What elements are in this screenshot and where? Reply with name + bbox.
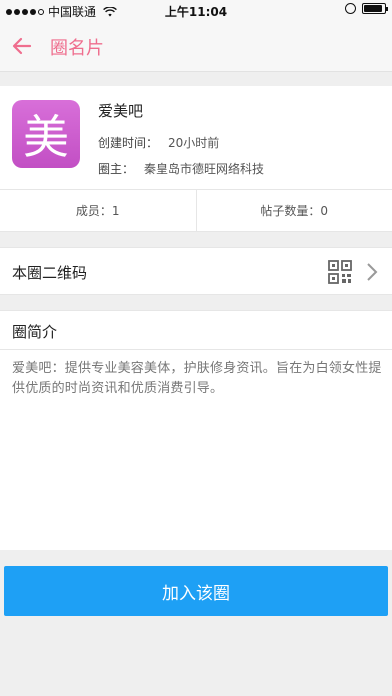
- circle-profile-card: 美 爱美吧 创建时间： 20小时前 圈主： 秦皇岛市德旺网络科技: [0, 86, 392, 190]
- status-right: [345, 3, 388, 14]
- created-time-row: 创建时间： 20小时前: [98, 134, 219, 151]
- status-time: 上午11:04: [164, 5, 228, 19]
- member-count: 成员：1: [75, 204, 120, 218]
- circle-name: 爱美吧: [98, 102, 144, 120]
- page-title: 圈名片: [50, 38, 104, 59]
- intro-divider: [0, 349, 392, 350]
- qr-code-label: 本圈二维码: [12, 264, 88, 282]
- join-circle-button[interactable]: 加入该圈: [4, 566, 388, 616]
- qr-code-icon: [328, 260, 352, 284]
- owner-label: 圈主：: [98, 162, 135, 176]
- post-count: 帖子数量：0: [195, 190, 392, 231]
- circle-avatar: 美: [12, 100, 80, 168]
- owner-value: 秦皇岛市德旺网络科技: [144, 162, 265, 176]
- battery-level: [364, 5, 382, 12]
- status-bar: 中国联通 上午11:04: [0, 0, 392, 20]
- intro-text: 爱美吧：提供专业美容美体，护肤修身资讯。旨在为白领女性提供优质的时尚资讯和优质消…: [12, 361, 382, 396]
- qr-code-row[interactable]: 本圈二维码: [0, 247, 392, 295]
- created-time-label: 创建时间：: [98, 136, 159, 150]
- rotation-lock-icon: [345, 3, 356, 14]
- circle-intro-section: 圈简介 爱美吧：提供专业美容美体，护肤修身资讯。旨在为白领女性提供优质的时尚资讯…: [0, 310, 392, 550]
- battery-icon: [362, 3, 388, 14]
- circle-stats: 成员：1 帖子数量：0: [0, 190, 392, 232]
- chevron-right-icon: [367, 263, 378, 281]
- owner-row: 圈主： 秦皇岛市德旺网络科技: [98, 160, 264, 177]
- nav-bar: 圈名片: [0, 20, 392, 72]
- back-arrow-icon[interactable]: [10, 34, 34, 58]
- created-time-value: 20小时前: [168, 136, 220, 150]
- intro-title: 圈简介: [12, 323, 58, 341]
